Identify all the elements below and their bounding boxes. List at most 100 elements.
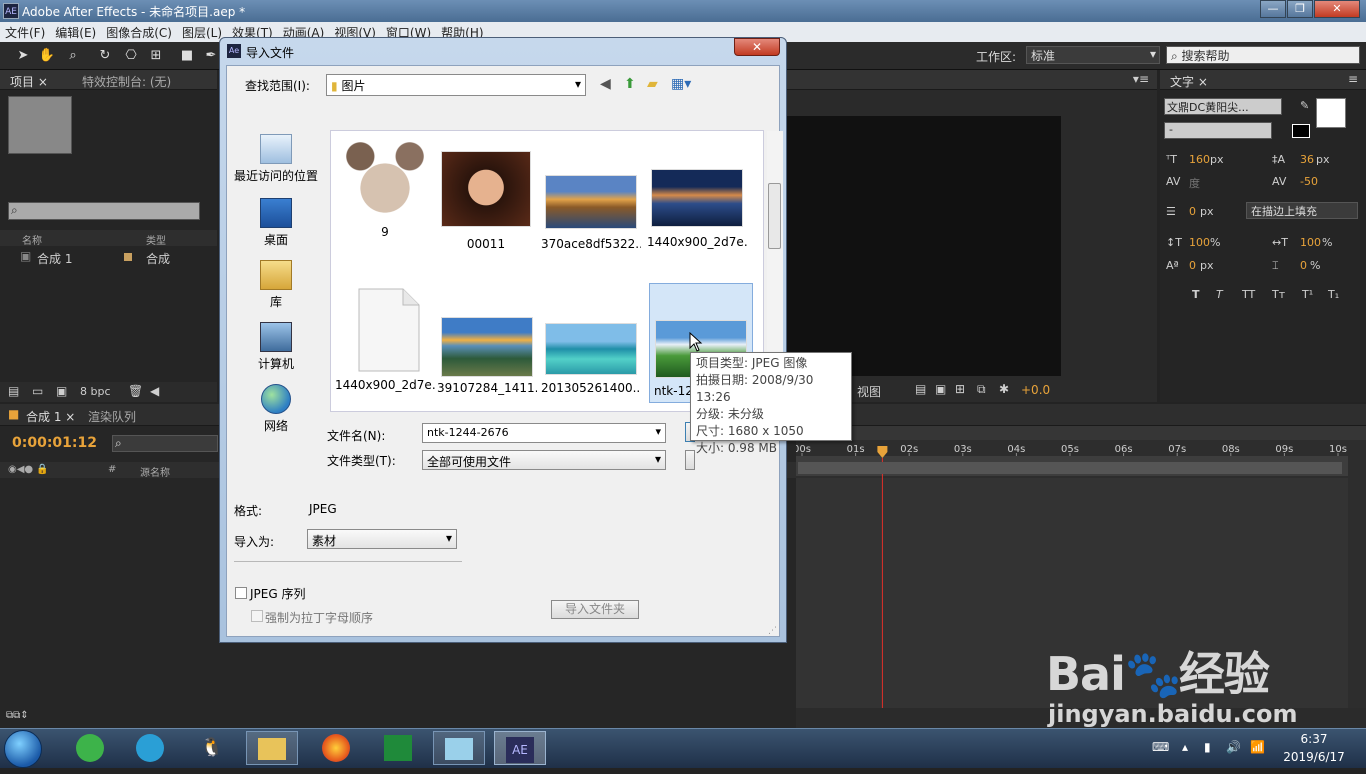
sidebar-item-desktop[interactable]: 桌面 (231, 198, 321, 248)
tab-effect-controls[interactable]: 特效控制台: (无) (82, 73, 171, 90)
selection-tool-icon[interactable]: ➤ (14, 47, 32, 65)
taskbar-green-app-icon[interactable] (372, 731, 424, 765)
import-as-select[interactable]: 素材 ▾ (307, 529, 457, 549)
column-type[interactable]: 类型 (146, 232, 166, 247)
back-icon[interactable]: ◀ (600, 76, 611, 92)
sidebar-item-recent[interactable]: 最近访问的位置 (231, 134, 321, 184)
sidebar-item-computer[interactable]: 计算机 (231, 322, 321, 372)
close-button[interactable]: ✕ (1314, 0, 1360, 18)
scrollbar-thumb[interactable] (768, 183, 781, 249)
tray-expand-icon[interactable]: ▴ (1182, 740, 1188, 754)
file-item[interactable]: 9 (335, 137, 435, 239)
new-composition-icon[interactable]: ▣ (56, 384, 67, 398)
leading-value[interactable]: 36 (1300, 153, 1314, 166)
all-caps-button[interactable]: TT (1242, 288, 1255, 301)
import-folder-button[interactable]: 导入文件夹 (551, 600, 639, 619)
pen-tool-icon[interactable]: ✒ (202, 47, 220, 65)
filename-input[interactable]: ntk-1244-2676 ▾ (422, 423, 666, 443)
font-size-value[interactable]: 160 (1189, 153, 1210, 166)
faux-bold-button[interactable]: T (1192, 288, 1200, 301)
taskbar-media-icon[interactable] (124, 731, 176, 765)
network-icon[interactable]: 📶 (1250, 740, 1265, 754)
bpc-label[interactable]: 8 bpc (80, 385, 111, 398)
fill-color-swatch[interactable] (1316, 98, 1346, 128)
tab-project[interactable]: 项目 × (10, 73, 48, 90)
filetype-select[interactable]: 全部可使用文件 ▾ (422, 450, 666, 470)
flowchart-icon[interactable]: ⊞ (955, 382, 965, 396)
taskbar-notes-icon[interactable] (433, 731, 485, 765)
hand-tool-icon[interactable]: ✋ (38, 47, 56, 65)
faux-italic-button[interactable]: T (1216, 288, 1223, 301)
taskbar-qq-icon[interactable]: 🐧 (186, 731, 238, 765)
kerning-value[interactable]: 度 (1189, 175, 1200, 191)
cancel-button[interactable] (685, 450, 695, 470)
lookin-select[interactable]: ▮ 图片 ▾ (326, 74, 586, 96)
network-icon[interactable]: ⧉ (977, 382, 986, 397)
start-button[interactable] (4, 730, 42, 768)
sidebar-item-network[interactable]: 网络 (231, 384, 321, 434)
keyboard-icon[interactable]: ⌨ (1152, 740, 1169, 754)
rectangle-tool-icon[interactable]: ■ (178, 47, 196, 65)
panel-menu-icon[interactable]: ▾≡ (1133, 72, 1149, 86)
clock-date[interactable]: 2019/6/17 (1276, 750, 1352, 764)
tab-render-queue[interactable]: 渲染队列 (88, 408, 136, 425)
new-folder-icon[interactable]: ▭ (32, 384, 43, 398)
file-item[interactable]: 39107284_1411... (437, 317, 537, 395)
workspace-select[interactable]: 标准 ▾ (1026, 46, 1160, 64)
file-item[interactable]: 1440x900_2d7e... (335, 287, 435, 392)
tsume-value[interactable]: 0 (1300, 259, 1307, 272)
interpret-footage-icon[interactable]: ▤ (8, 384, 19, 398)
taskbar-after-effects[interactable]: AE (494, 731, 546, 765)
project-item-row[interactable]: ▣ 合成 1 合成 (0, 248, 217, 266)
stroke-color-swatch[interactable] (1292, 124, 1310, 138)
zoom-tool-icon[interactable]: ⌕ (64, 47, 82, 65)
vertical-scale-value[interactable]: 100 (1189, 236, 1210, 249)
snapshot-icon[interactable]: ▣ (935, 382, 946, 396)
taskbar-explorer-icon[interactable] (246, 731, 298, 765)
menu-composition[interactable]: 图像合成(C) (101, 22, 177, 41)
pan-behind-tool-icon[interactable]: ⊞ (147, 47, 165, 65)
new-folder-icon[interactable]: ▰ (647, 76, 658, 92)
minimize-button[interactable]: — (1260, 0, 1286, 18)
exposure-value[interactable]: +0.0 (1021, 383, 1050, 397)
dialog-close-button[interactable]: ✕ (734, 38, 780, 56)
maximize-button[interactable]: ❐ (1287, 0, 1313, 18)
jpeg-sequence-checkbox[interactable] (235, 587, 247, 599)
tracking-value[interactable]: -50 (1300, 175, 1318, 188)
font-family-select[interactable]: 文鼎DC黄阳尖... (1164, 98, 1282, 115)
file-item[interactable]: 370ace8df5322... (541, 175, 641, 251)
superscript-button[interactable]: T¹ (1302, 288, 1313, 301)
scroll-left-icon[interactable]: ◀ (150, 384, 159, 398)
delete-icon[interactable]: 🗑 (128, 384, 143, 398)
current-time[interactable]: 0:00:01:12 (12, 435, 97, 451)
timeline-search-input[interactable]: ⌕ (112, 435, 218, 452)
file-item[interactable]: 00011 (441, 151, 536, 251)
timeline-switch-icons[interactable]: ⧉⧉⇕ (6, 710, 29, 721)
taskbar-360-icon[interactable] (64, 731, 116, 765)
column-name[interactable]: 名称 (22, 232, 42, 247)
rotate-tool-icon[interactable]: ↻ (96, 47, 114, 65)
eyedropper-icon[interactable]: ✎ (1300, 99, 1309, 112)
menu-edit[interactable]: 编辑(E) (50, 22, 101, 41)
view-select[interactable]: 视图 (857, 383, 881, 400)
file-item[interactable]: 201305261400... (541, 323, 641, 395)
composition-canvas[interactable] (785, 116, 1061, 376)
panel-menu-icon[interactable]: ≡ (1348, 72, 1358, 86)
project-search-input[interactable]: ⌕ (8, 202, 200, 220)
tab-comp1[interactable]: 合成 1 × (26, 408, 75, 425)
menu-file[interactable]: 文件(F) (0, 22, 50, 41)
file-item[interactable]: 1440x900_2d7e... (647, 169, 747, 249)
tab-character[interactable]: 文字 × (1170, 73, 1208, 90)
up-folder-icon[interactable]: ⬆ (624, 76, 636, 92)
camera-tool-icon[interactable]: ⎔ (122, 47, 140, 65)
stroke-mode-select[interactable]: 在描边上填充 (1246, 202, 1358, 219)
clock-time[interactable]: 6:37 (1276, 732, 1352, 746)
resize-grip-icon[interactable]: ⋰ (768, 626, 777, 636)
device-icon[interactable]: ▮ (1204, 740, 1211, 754)
font-style-select[interactable]: - (1164, 122, 1272, 139)
grid-icon[interactable]: ▤ (915, 382, 926, 396)
subscript-button[interactable]: T₁ (1328, 288, 1339, 301)
exposure-icon[interactable]: ✱ (999, 382, 1009, 396)
small-caps-button[interactable]: Tт (1272, 288, 1285, 301)
sidebar-item-libraries[interactable]: 库 (231, 260, 321, 310)
